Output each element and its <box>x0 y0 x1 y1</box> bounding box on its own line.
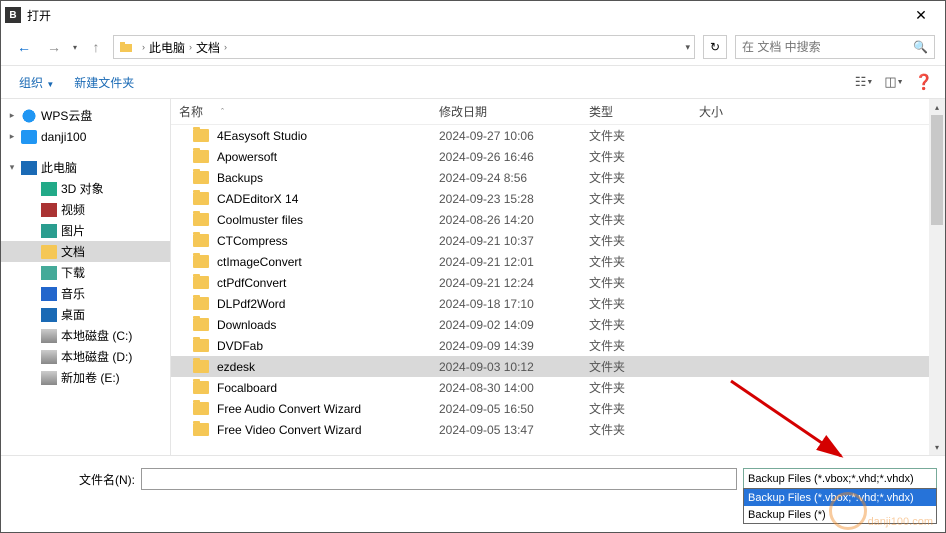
tree-item[interactable]: 文档 <box>1 241 170 262</box>
folder-icon <box>193 276 209 289</box>
preview-pane-button[interactable]: ◫ ▼ <box>883 72 905 92</box>
folder-icon <box>193 402 209 415</box>
file-row[interactable]: Apowersoft2024-09-26 16:46文件夹 <box>171 146 945 167</box>
scroll-up[interactable]: ▴ <box>929 99 945 115</box>
organize-button[interactable]: 组织 ▼ <box>11 70 62 95</box>
refresh-button[interactable]: ↻ <box>703 35 727 59</box>
window-title: 打开 <box>27 7 901 24</box>
column-name[interactable]: 名称ˆ <box>179 103 439 120</box>
folder-icon <box>193 297 209 310</box>
folder-icon <box>193 192 209 205</box>
view-mode-button[interactable]: ☷ ▼ <box>853 72 875 92</box>
folder-icon <box>193 360 209 373</box>
breadcrumb[interactable]: 文档 <box>196 39 220 56</box>
tree-item[interactable]: ▸danji100 <box>1 126 170 147</box>
folder-icon <box>193 423 209 436</box>
up-button[interactable]: ↑ <box>83 35 109 59</box>
tree-item[interactable]: 视频 <box>1 199 170 220</box>
tree-item[interactable]: 桌面 <box>1 304 170 325</box>
tree-item[interactable]: 下载 <box>1 262 170 283</box>
file-row[interactable]: ezdesk2024-09-03 10:12文件夹 <box>171 356 945 377</box>
history-dropdown[interactable]: ▾ <box>73 43 77 52</box>
file-row[interactable]: DLPdf2Word2024-09-18 17:10文件夹 <box>171 293 945 314</box>
scrollbar[interactable]: ▴ ▾ <box>929 99 945 455</box>
filename-input[interactable] <box>141 468 737 490</box>
tree-item[interactable]: ▾此电脑 <box>1 157 170 178</box>
app-icon: B <box>5 7 21 23</box>
file-row[interactable]: ctImageConvert2024-09-21 12:01文件夹 <box>171 251 945 272</box>
folder-icon <box>193 255 209 268</box>
search-input[interactable] <box>742 40 913 54</box>
filter-option[interactable]: Backup Files (*.vbox;*.vhd;*.vhdx) <box>744 489 936 506</box>
column-type[interactable]: 类型 <box>589 103 699 120</box>
folder-icon <box>193 171 209 184</box>
folder-icon <box>193 339 209 352</box>
file-row[interactable]: 4Easysoft Studio2024-09-27 10:06文件夹 <box>171 125 945 146</box>
filename-label: 文件名(N): <box>79 471 135 488</box>
folder-icon <box>193 129 209 142</box>
file-row[interactable]: Coolmuster files2024-08-26 14:20文件夹 <box>171 209 945 230</box>
back-button[interactable]: ← <box>11 35 37 59</box>
folder-icon <box>193 213 209 226</box>
forward-button[interactable]: → <box>41 35 67 59</box>
tree-item[interactable]: 音乐 <box>1 283 170 304</box>
folder-path-icon <box>118 39 134 55</box>
tree-item[interactable]: 新加卷 (E:) <box>1 367 170 388</box>
tree-item[interactable]: 本地磁盘 (C:) <box>1 325 170 346</box>
file-row[interactable]: Free Audio Convert Wizard2024-09-05 16:5… <box>171 398 945 419</box>
close-button[interactable]: ✕ <box>901 1 941 29</box>
breadcrumb[interactable]: 此电脑 <box>149 39 185 56</box>
tree-item[interactable]: 本地磁盘 (D:) <box>1 346 170 367</box>
search-box[interactable]: 🔍 <box>735 35 935 59</box>
file-row[interactable]: DVDFab2024-09-09 14:39文件夹 <box>171 335 945 356</box>
column-date[interactable]: 修改日期 <box>439 103 589 120</box>
help-button[interactable]: ❓ <box>913 72 935 92</box>
scroll-down[interactable]: ▾ <box>929 439 945 455</box>
folder-icon <box>193 381 209 394</box>
file-row[interactable]: Backups2024-09-24 8:56文件夹 <box>171 167 945 188</box>
column-size[interactable]: 大小 <box>699 103 779 120</box>
path-bar[interactable]: › 此电脑 › 文档 › ▾ <box>113 35 695 59</box>
file-row[interactable]: Focalboard2024-08-30 14:00文件夹 <box>171 377 945 398</box>
folder-icon <box>193 234 209 247</box>
tree-item[interactable]: 图片 <box>1 220 170 241</box>
file-row[interactable]: ctPdfConvert2024-09-21 12:24文件夹 <box>171 272 945 293</box>
file-row[interactable]: Downloads2024-09-02 14:09文件夹 <box>171 314 945 335</box>
file-row[interactable]: Free Video Convert Wizard2024-09-05 13:4… <box>171 419 945 440</box>
folder-icon <box>193 150 209 163</box>
file-list: 4Easysoft Studio2024-09-27 10:06文件夹Apowe… <box>171 125 945 455</box>
file-row[interactable]: CTCompress2024-09-21 10:37文件夹 <box>171 230 945 251</box>
watermark: danji100.com <box>868 516 933 528</box>
folder-icon <box>193 318 209 331</box>
tree-item[interactable]: 3D 对象 <box>1 178 170 199</box>
file-row[interactable]: CADEditorX 142024-09-23 15:28文件夹 <box>171 188 945 209</box>
path-dropdown[interactable]: ▾ <box>685 42 690 53</box>
tree-sidebar: ▸WPS云盘▸danji100▾此电脑3D 对象视频图片文档下载音乐桌面本地磁盘… <box>1 99 171 455</box>
search-icon: 🔍 <box>913 40 928 54</box>
tree-item[interactable]: ▸WPS云盘 <box>1 105 170 126</box>
new-folder-button[interactable]: 新建文件夹 <box>66 70 142 95</box>
scroll-thumb[interactable] <box>931 115 943 225</box>
filter-dropdown[interactable]: Backup Files (*.vbox;*.vhd;*.vhdx) <box>743 468 937 490</box>
